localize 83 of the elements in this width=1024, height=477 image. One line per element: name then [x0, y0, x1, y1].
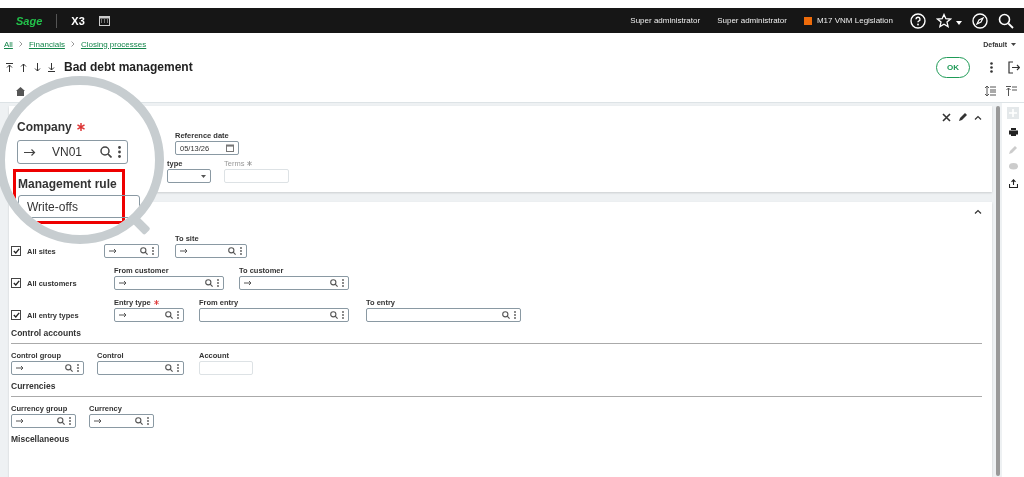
last-record-icon[interactable]	[48, 62, 55, 72]
search-icon[interactable]	[228, 247, 236, 255]
home-icon[interactable]	[16, 86, 25, 96]
ok-button[interactable]: OK	[936, 56, 970, 78]
section-heading: Currencies	[11, 381, 57, 393]
lookup-field[interactable]: VN01	[17, 140, 128, 164]
lookup-field[interactable]	[104, 244, 159, 258]
legislation-square-icon	[803, 16, 812, 25]
search-icon[interactable]	[57, 417, 65, 425]
search-icon[interactable]	[65, 364, 73, 372]
checkbox[interactable]	[11, 310, 21, 320]
chevron-icon	[18, 41, 23, 47]
search-icon[interactable]	[135, 417, 143, 425]
search-icon[interactable]	[165, 364, 173, 372]
search-icon[interactable]	[330, 311, 338, 319]
page-title: Bad debt management	[64, 60, 193, 74]
tools-icon[interactable]	[942, 113, 951, 122]
field-value: VN01	[52, 145, 83, 159]
user-name[interactable]: Super administrator	[717, 16, 787, 25]
search-icon[interactable]	[100, 146, 112, 158]
chevron-icon	[70, 41, 75, 47]
arrow-right-icon	[24, 147, 36, 157]
breadcrumb-link[interactable]: All	[4, 39, 13, 49]
lookup-field[interactable]	[114, 308, 184, 322]
arrow-right-icon	[180, 248, 188, 254]
first-record-icon[interactable]	[6, 62, 13, 72]
arrow-up-icon[interactable]	[20, 62, 27, 72]
lookup-field[interactable]	[11, 361, 84, 375]
field-value: Write-offs	[27, 199, 78, 214]
input-field[interactable]: Write-offs	[18, 195, 140, 218]
lookup-field[interactable]	[199, 308, 349, 322]
collapse-icon[interactable]	[974, 209, 982, 214]
arrow-right-icon	[119, 312, 127, 318]
section-heading: Miscellaneous	[11, 434, 71, 446]
field-label: Company	[17, 120, 72, 134]
search-icon[interactable]	[140, 247, 148, 255]
exit-icon[interactable]	[1008, 60, 1020, 74]
pin-top-icon[interactable]	[1006, 86, 1017, 96]
legislation-label[interactable]: M17 VNM Legislation	[816, 16, 893, 25]
search-icon[interactable]	[998, 12, 1014, 29]
user-name[interactable]: Super administrator	[630, 16, 701, 25]
lookup-field[interactable]	[239, 276, 349, 290]
search-icon[interactable]	[165, 311, 173, 319]
caret-icon[interactable]	[1011, 42, 1016, 46]
section-heading: Control accounts	[11, 328, 82, 340]
printer-icon[interactable]	[1008, 128, 1018, 136]
breadcrumb-link[interactable]: Financials	[28, 39, 65, 49]
search-icon[interactable]	[205, 279, 213, 287]
checkbox[interactable]	[11, 246, 21, 256]
arrow-right-icon	[94, 418, 102, 424]
lookup-field[interactable]	[175, 244, 247, 258]
more-options-icon[interactable]	[118, 146, 121, 158]
pencil-icon[interactable]	[958, 113, 967, 122]
search-icon[interactable]	[330, 279, 338, 287]
lookup-field[interactable]	[114, 276, 224, 290]
collapse-icon[interactable]	[974, 115, 982, 120]
help-icon[interactable]	[910, 12, 926, 29]
lookup-field[interactable]	[97, 361, 184, 375]
row-height-icon[interactable]	[985, 86, 996, 96]
arrow-right-icon	[16, 365, 24, 371]
arrow-right-icon	[16, 418, 24, 424]
lookup-field[interactable]	[89, 414, 154, 428]
scrollbar[interactable]	[996, 106, 1000, 476]
breadcrumb-link[interactable]: Closing processes	[80, 39, 147, 49]
arrow-right-icon	[244, 280, 252, 286]
more-options-icon[interactable]	[990, 61, 993, 73]
arrow-right-icon	[119, 280, 127, 286]
search-icon[interactable]	[502, 311, 510, 319]
compass-icon[interactable]	[972, 12, 988, 29]
arrow-right-icon	[109, 248, 117, 254]
dropdown-field[interactable]	[167, 169, 211, 183]
checkbox[interactable]	[11, 278, 21, 288]
field-label: Management rule	[18, 177, 117, 191]
caret-icon[interactable]	[956, 20, 962, 25]
arrow-down-icon[interactable]	[34, 62, 41, 72]
logo[interactable]: Sage	[16, 14, 43, 27]
lookup-field[interactable]	[366, 308, 521, 322]
lookup-field[interactable]	[11, 414, 76, 428]
export-icon[interactable]	[1008, 179, 1018, 188]
product-name: X3	[71, 14, 85, 27]
calendar-icon[interactable]	[98, 15, 110, 26]
star-icon[interactable]	[936, 12, 952, 29]
caret-icon	[201, 174, 206, 178]
